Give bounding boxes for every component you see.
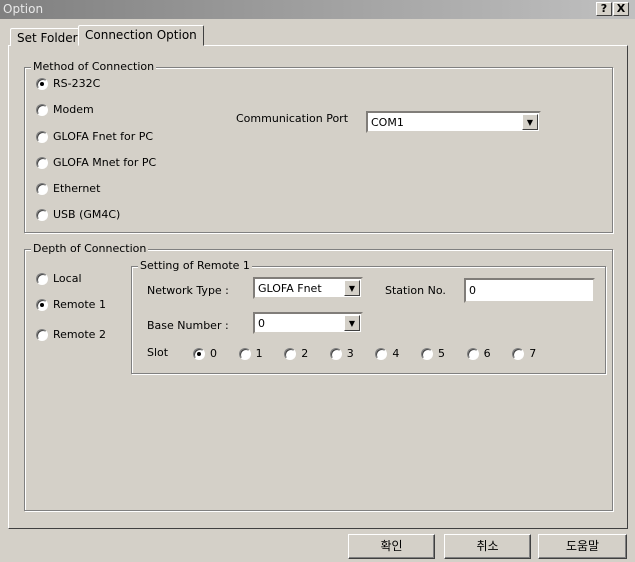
- tab-connection-option[interactable]: Connection Option: [78, 25, 204, 46]
- radio-circle-icon[interactable]: [36, 77, 48, 90]
- radio-label: Local: [53, 272, 82, 285]
- radio-circle-icon[interactable]: [36, 130, 48, 143]
- radio-label: 0: [210, 347, 217, 360]
- radio-circle-icon[interactable]: [36, 298, 48, 311]
- radio-label: 4: [392, 347, 400, 360]
- tab-set-folder[interactable]: Set Folder: [10, 28, 85, 46]
- cancel-button[interactable]: 취소: [444, 534, 531, 559]
- radio-circle-icon[interactable]: [36, 156, 48, 169]
- network-type-select[interactable]: GLOFA Fnet ▼: [253, 277, 363, 299]
- depth-radio-0[interactable]: Local: [36, 272, 82, 285]
- base-number-select[interactable]: 0 ▼: [253, 312, 363, 334]
- radio-label: 5: [438, 347, 445, 360]
- method-group-title: Method of Connection: [31, 60, 157, 73]
- radio-label: 1: [255, 347, 263, 360]
- radio-label: Remote 2: [53, 328, 106, 341]
- close-button[interactable]: X: [613, 2, 629, 16]
- method-radio-1[interactable]: Modem: [36, 103, 94, 116]
- network-type-value: GLOFA Fnet: [258, 281, 322, 295]
- station-no-value: 0: [469, 284, 476, 297]
- depth-radio-2[interactable]: Remote 2: [36, 328, 106, 341]
- ok-button[interactable]: 확인: [348, 534, 435, 559]
- radio-circle-icon[interactable]: [284, 347, 297, 360]
- radio-label: 6: [483, 347, 491, 360]
- radio-label: GLOFA Mnet for PC: [53, 156, 157, 169]
- communication-port-select[interactable]: COM1 ▼: [366, 111, 541, 133]
- radio-circle-icon[interactable]: [238, 347, 251, 360]
- radio-label: USB (GM4C): [53, 208, 121, 221]
- depth-group-title: Depth of Connection: [31, 242, 149, 255]
- remote-group-title: Setting of Remote 1: [138, 259, 252, 272]
- communication-port-label: Communication Port: [236, 112, 349, 125]
- station-no-input[interactable]: 0: [464, 278, 595, 303]
- window-title: Option: [3, 2, 44, 16]
- radio-label: 2: [301, 347, 309, 360]
- radio-circle-icon[interactable]: [36, 328, 48, 341]
- chevron-down-icon[interactable]: ▼: [522, 114, 538, 130]
- slot-radio-5[interactable]: 5: [421, 347, 445, 360]
- radio-circle-icon[interactable]: [36, 182, 48, 195]
- base-number-value: 0: [258, 316, 265, 330]
- slot-radio-4[interactable]: 4: [375, 347, 399, 360]
- radio-circle-icon[interactable]: [421, 347, 433, 360]
- slot-radio-1[interactable]: 1: [238, 347, 263, 360]
- chevron-down-icon[interactable]: ▼: [344, 280, 360, 296]
- communication-port-value: COM1: [371, 115, 404, 129]
- radio-label: RS-232C: [53, 77, 101, 90]
- radio-circle-icon[interactable]: [36, 103, 48, 116]
- depth-radio-1[interactable]: Remote 1: [36, 298, 106, 311]
- radio-label: Ethernet: [53, 182, 101, 195]
- radio-label: 3: [346, 347, 354, 360]
- radio-circle-icon[interactable]: [36, 272, 48, 285]
- base-number-label: Base Number :: [147, 319, 229, 332]
- method-radio-5[interactable]: USB (GM4C): [36, 208, 120, 221]
- radio-circle-icon[interactable]: [193, 347, 205, 360]
- station-no-label: Station No.: [385, 284, 446, 297]
- radio-circle-icon[interactable]: [512, 347, 525, 360]
- chevron-down-icon[interactable]: ▼: [344, 315, 360, 331]
- radio-label: Remote 1: [53, 298, 106, 311]
- title-bar: Option: [0, 0, 635, 19]
- method-radio-2[interactable]: GLOFA Fnet for PC: [36, 130, 153, 143]
- radio-label: 7: [529, 347, 537, 360]
- slot-radio-0[interactable]: 0: [193, 347, 217, 360]
- slot-radio-3[interactable]: 3: [329, 347, 354, 360]
- help-button[interactable]: ?: [596, 2, 612, 16]
- radio-circle-icon[interactable]: [466, 347, 479, 360]
- help-dialog-button[interactable]: 도움말: [538, 534, 627, 559]
- radio-label: Modem: [53, 103, 94, 116]
- method-radio-0[interactable]: RS-232C: [36, 77, 100, 90]
- slot-label: Slot: [147, 346, 169, 359]
- slot-radio-2[interactable]: 2: [284, 347, 308, 360]
- radio-circle-icon[interactable]: [329, 347, 342, 360]
- radio-circle-icon[interactable]: [36, 208, 48, 221]
- slot-radio-6[interactable]: 6: [466, 347, 491, 360]
- network-type-label: Network Type :: [147, 284, 229, 297]
- radio-circle-icon[interactable]: [375, 347, 388, 360]
- method-radio-3[interactable]: GLOFA Mnet for PC: [36, 156, 156, 169]
- slot-radio-7[interactable]: 7: [512, 347, 536, 360]
- radio-label: GLOFA Fnet for PC: [53, 130, 154, 143]
- method-radio-4[interactable]: Ethernet: [36, 182, 100, 195]
